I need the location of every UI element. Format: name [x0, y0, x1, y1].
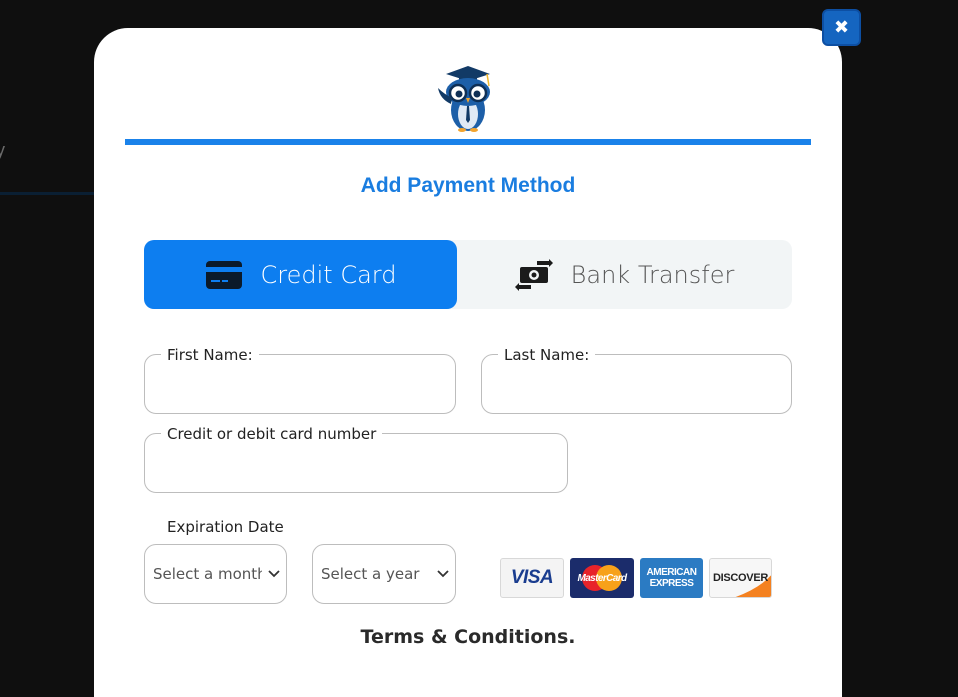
tab-credit-card-label: Credit Card	[260, 260, 397, 289]
last-name-label: Last Name:	[498, 346, 596, 364]
discover-logo-text: DISCOVER	[712, 572, 769, 584]
first-name-label: First Name:	[161, 346, 259, 364]
close-icon: ✖	[833, 17, 850, 38]
terms-and-conditions-link[interactable]: Terms & Conditions.	[94, 626, 842, 648]
first-name-field[interactable]: First Name:	[144, 346, 456, 414]
expiration-date-label: Expiration Date	[167, 518, 284, 536]
visa-logo: VISA	[500, 558, 564, 598]
background-divider	[0, 192, 94, 195]
tab-bank-transfer[interactable]: Bank Transfer	[457, 240, 792, 309]
year-select-value: Select a year	[321, 565, 420, 583]
close-button[interactable]: ✖	[822, 9, 861, 46]
expiration-year-select[interactable]: Select a year	[312, 544, 456, 604]
credit-card-icon	[205, 260, 243, 290]
chevron-down-icon	[431, 570, 455, 578]
visa-logo-text: VISA	[510, 567, 554, 588]
card-number-field[interactable]: Credit or debit card number	[144, 425, 568, 493]
discover-logo: DISCOVER	[709, 558, 772, 598]
owl-logo-icon	[432, 64, 498, 134]
money-transfer-icon	[514, 258, 553, 291]
header-divider	[125, 139, 811, 145]
mastercard-logo: MasterCard	[570, 558, 634, 598]
payment-modal: Add Payment Method Credit Card Bank Tran…	[94, 28, 842, 697]
chevron-down-icon	[262, 570, 286, 578]
card-number-label: Credit or debit card number	[161, 425, 383, 443]
amex-logo: AMERICAN EXPRESS	[640, 558, 703, 598]
tab-credit-card[interactable]: Credit Card	[144, 240, 457, 309]
payment-method-tabs: Credit Card Bank Transfer	[144, 240, 792, 309]
last-name-field[interactable]: Last Name:	[481, 346, 792, 414]
modal-title: Add Payment Method	[360, 174, 576, 197]
expiration-month-select[interactable]: Select a month	[144, 544, 287, 604]
amex-logo-text: AMERICAN EXPRESS	[646, 567, 697, 589]
tab-bank-transfer-label: Bank Transfer	[570, 260, 735, 289]
background-partial-text: y	[0, 140, 5, 160]
mastercard-logo-text: MasterCard	[577, 572, 627, 584]
month-select-value: Select a month	[153, 565, 262, 583]
